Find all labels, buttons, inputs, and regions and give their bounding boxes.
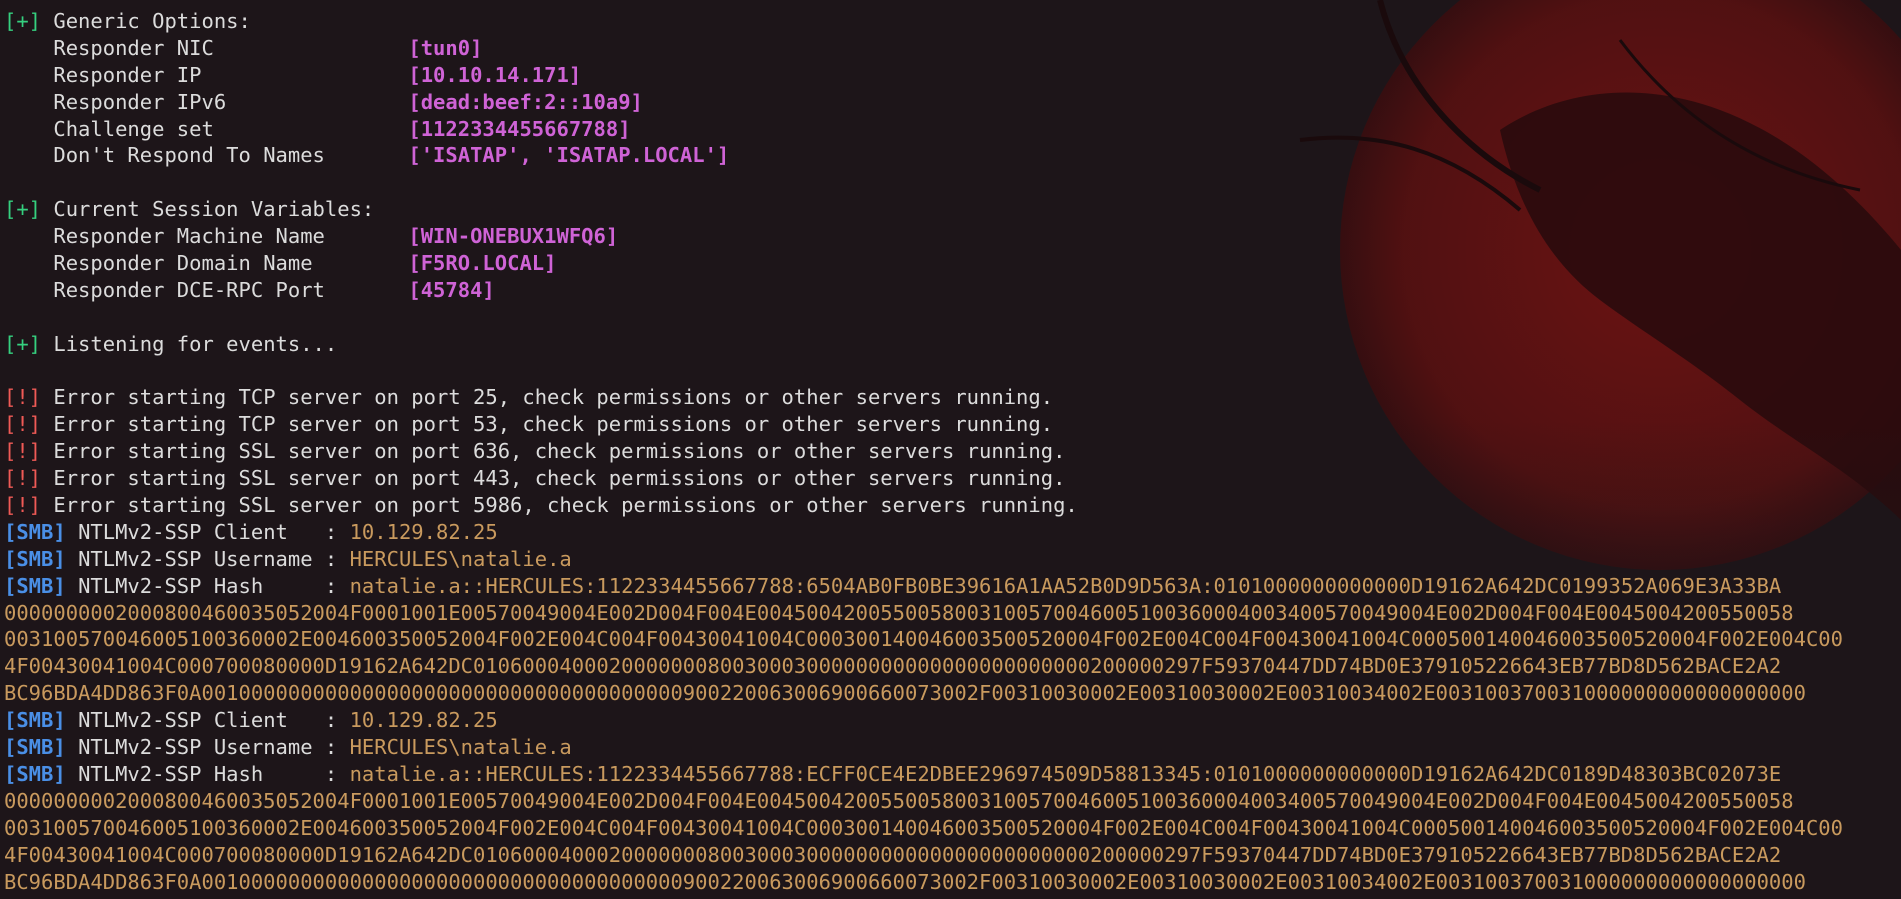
smb-client-line: [SMB] NTLMv2-SSP Client : 10.129.82.25	[4, 707, 1897, 734]
option-value: [1122334455667788]	[408, 116, 631, 141]
smb-username-value: HERCULES\natalie.a	[349, 735, 572, 760]
option-label: Challenge set	[53, 116, 214, 141]
option-value: [tun0]	[408, 35, 483, 60]
error-line: [!] Error starting SSL server on port 44…	[4, 465, 1897, 492]
error-line: [!] Error starting SSL server on port 59…	[4, 492, 1897, 519]
smb-hash-line: [SMB] NTLMv2-SSP Hash : natalie.a::HERCU…	[4, 761, 1897, 788]
plus-tag: [+]	[4, 331, 42, 356]
hash-continuation-text: 4F00430041004C000700080000D19162A642DC01…	[4, 654, 1782, 679]
smb-hash-line: [SMB] NTLMv2-SSP Hash : natalie.a::HERCU…	[4, 573, 1897, 600]
option-label: Responder NIC	[53, 35, 214, 60]
smb-client-value: 10.129.82.25	[349, 708, 498, 733]
listening-line: [+] Listening for events...	[4, 331, 1897, 358]
option-label: Responder IPv6	[53, 89, 227, 114]
error-tag: [!]	[4, 493, 42, 518]
option-row: Responder NIC [tun0]	[4, 35, 1897, 62]
smb-tag: [SMB]	[4, 735, 66, 760]
smb-client-value: 10.129.82.25	[349, 519, 498, 544]
error-text: Error starting SSL server on port 5986, …	[53, 493, 1078, 518]
error-line: [!] Error starting TCP server on port 25…	[4, 384, 1897, 411]
session-value: [45784]	[408, 277, 495, 302]
smb-hash-continuation: 4F00430041004C000700080000D19162A642DC01…	[4, 653, 1897, 680]
smb-username-label: NTLMv2-SSP Username :	[78, 546, 350, 571]
session-value: [WIN-ONEBUX1WFQ6]	[408, 224, 619, 249]
plus-tag: [+]	[4, 197, 42, 222]
option-value: [dead:beef:2::10a9]	[408, 89, 643, 114]
smb-hash-continuation: 4F00430041004C000700080000D19162A642DC01…	[4, 842, 1897, 869]
option-row: Don't Respond To Names ['ISATAP', 'ISATAP…	[4, 142, 1897, 169]
session-row: Responder Machine Name [WIN-ONEBUX1WFQ6]	[4, 223, 1897, 250]
smb-tag: [SMB]	[4, 546, 66, 571]
session-label: Responder DCE-RPC Port	[53, 277, 325, 302]
smb-hash-value: natalie.a::HERCULES:1122334455667788:650…	[349, 573, 1782, 598]
smb-hash-value: natalie.a::HERCULES:1122334455667788:ECF…	[349, 761, 1782, 786]
session-value: [F5RO.LOCAL]	[408, 251, 557, 276]
smb-username-line: [SMB] NTLMv2-SSP Username : HERCULES\nat…	[4, 734, 1897, 761]
error-line: [!] Error starting TCP server on port 53…	[4, 411, 1897, 438]
option-row: Challenge set [1122334455667788]	[4, 116, 1897, 143]
smb-hash-continuation: BC96BDA4DD863F0A001000000000000000000000…	[4, 869, 1897, 896]
hash-continuation-text: BC96BDA4DD863F0A001000000000000000000000…	[4, 681, 1806, 706]
error-text: Error starting TCP server on port 25, ch…	[53, 385, 1054, 410]
option-row: Responder IPv6 [dead:beef:2::10a9]	[4, 89, 1897, 116]
smb-tag: [SMB]	[4, 519, 66, 544]
smb-hash-continuation: BC96BDA4DD863F0A001000000000000000000000…	[4, 680, 1897, 707]
option-value: ['ISATAP', 'ISATAP.LOCAL']	[408, 143, 730, 168]
smb-username-label: NTLMv2-SSP Username :	[78, 735, 350, 760]
smb-hash-label: NTLMv2-SSP Hash :	[78, 761, 350, 786]
hash-continuation-text: 0000000002000800460035052004F0001001E005…	[4, 788, 1794, 813]
smb-client-label: NTLMv2-SSP Client :	[78, 708, 350, 733]
option-label: Responder IP	[53, 62, 202, 87]
smb-username-value: HERCULES\natalie.a	[349, 546, 572, 571]
smb-client-label: NTLMv2-SSP Client :	[78, 519, 350, 544]
error-line: [!] Error starting SSL server on port 63…	[4, 438, 1897, 465]
section-header-session-variables: [+] Current Session Variables:	[4, 196, 1897, 223]
hash-continuation-text: 4F00430041004C000700080000D19162A642DC01…	[4, 842, 1782, 867]
hash-continuation-text: 003100570046005100360002E004600350052004…	[4, 815, 1843, 840]
smb-hash-continuation: 0000000002000800460035052004F0001001E005…	[4, 600, 1897, 627]
plus-tag: [+]	[4, 9, 42, 33]
section-title: Generic Options:	[53, 9, 251, 33]
smb-client-line: [SMB] NTLMv2-SSP Client : 10.129.82.25	[4, 519, 1897, 546]
smb-hash-continuation: 003100570046005100360002E004600350052004…	[4, 815, 1897, 842]
smb-tag: [SMB]	[4, 708, 66, 733]
terminal-output: [+] Generic Options: Responder NIC [tun0]…	[4, 8, 1897, 895]
hash-continuation-text: BC96BDA4DD863F0A001000000000000000000000…	[4, 869, 1806, 894]
option-label: Don't Respond To Names	[53, 143, 325, 168]
session-row: Responder Domain Name [F5RO.LOCAL]	[4, 250, 1897, 277]
section-title: Current Session Variables:	[53, 197, 375, 222]
option-value: [10.10.14.171]	[408, 62, 582, 87]
hash-continuation-text: 003100570046005100360002E004600350052004…	[4, 627, 1843, 652]
error-tag: [!]	[4, 385, 42, 410]
error-text: Error starting SSL server on port 443, c…	[53, 466, 1066, 491]
error-tag: [!]	[4, 412, 42, 437]
error-tag: [!]	[4, 466, 42, 491]
hash-continuation-text: 0000000002000800460035052004F0001001E005…	[4, 600, 1794, 625]
session-label: Responder Domain Name	[53, 251, 313, 276]
smb-tag: [SMB]	[4, 761, 66, 786]
session-row: Responder DCE-RPC Port [45784]	[4, 277, 1897, 304]
session-label: Responder Machine Name	[53, 224, 325, 249]
smb-tag: [SMB]	[4, 573, 66, 598]
section-header-generic-options: [+] Generic Options:	[4, 8, 1897, 35]
smb-hash-continuation: 003100570046005100360002E004600350052004…	[4, 626, 1897, 653]
error-tag: [!]	[4, 439, 42, 464]
error-text: Error starting SSL server on port 636, c…	[53, 439, 1066, 464]
smb-hash-label: NTLMv2-SSP Hash :	[78, 573, 350, 598]
smb-hash-continuation: 0000000002000800460035052004F0001001E005…	[4, 788, 1897, 815]
listening-text: Listening for events...	[53, 331, 338, 356]
option-row: Responder IP [10.10.14.171]	[4, 62, 1897, 89]
smb-username-line: [SMB] NTLMv2-SSP Username : HERCULES\nat…	[4, 546, 1897, 573]
error-text: Error starting TCP server on port 53, ch…	[53, 412, 1054, 437]
